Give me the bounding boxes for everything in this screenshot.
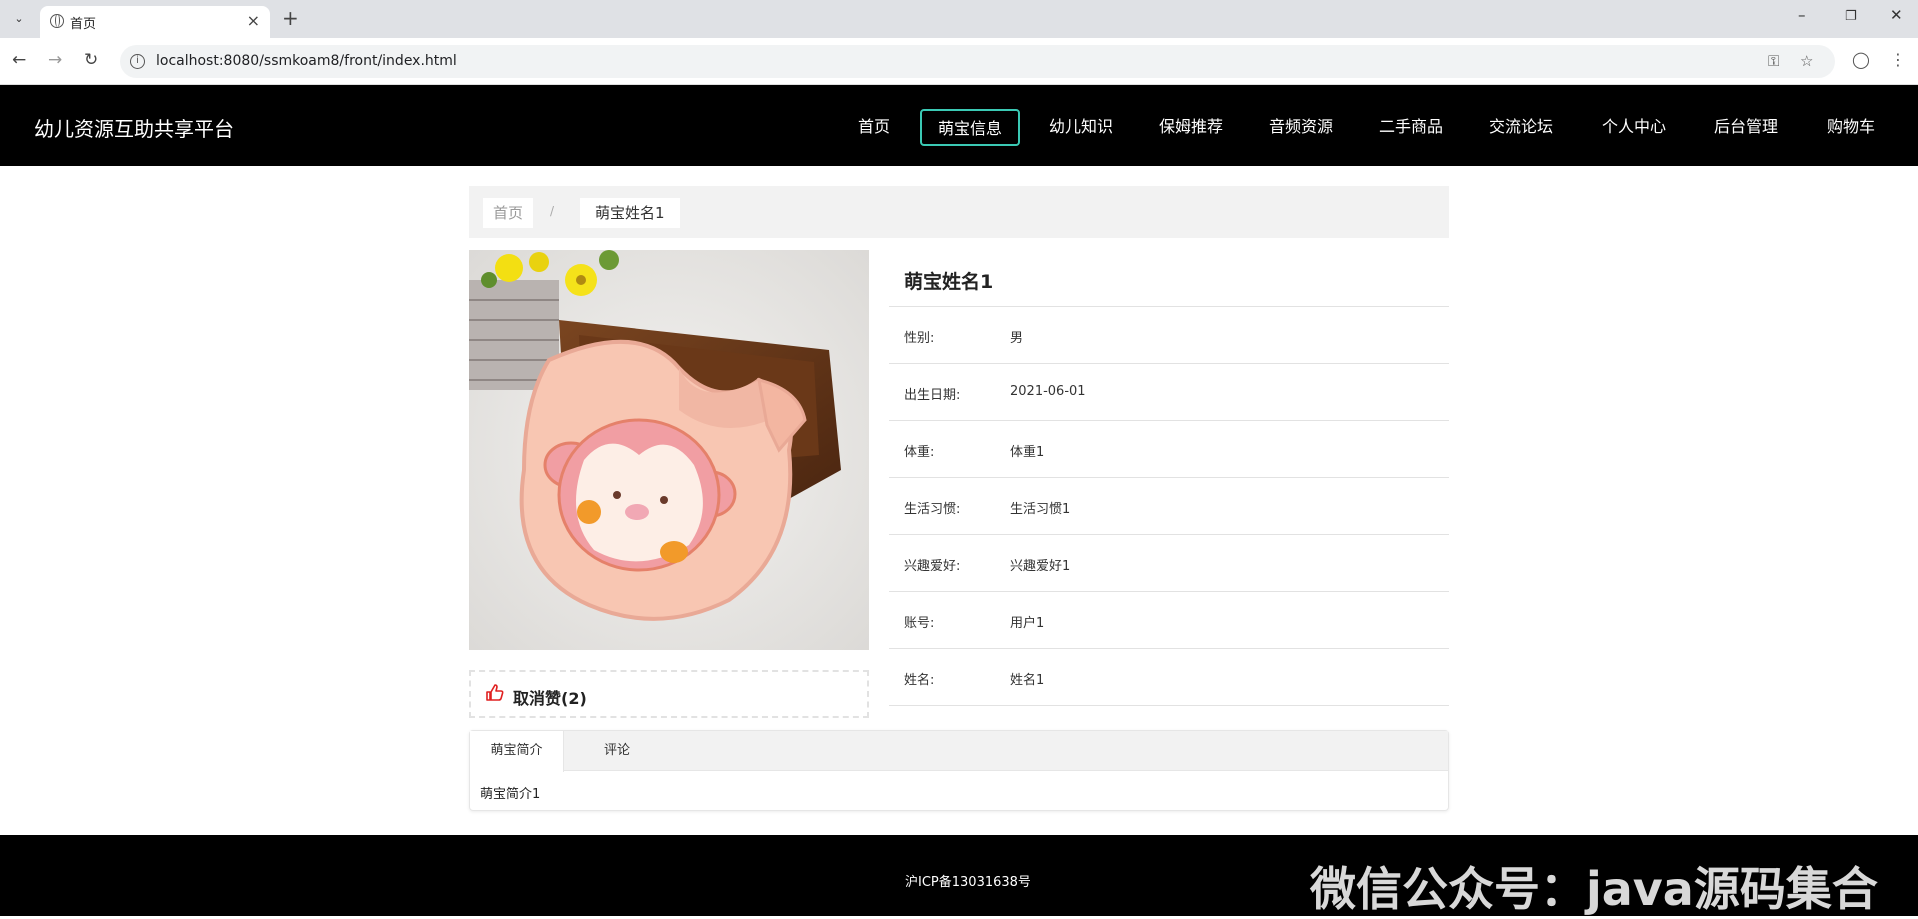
detail-row-gender: 性别: 男 — [889, 307, 1449, 364]
detail-value: 生活习惯1 — [1010, 502, 1071, 517]
tab-comments[interactable]: 评论 — [582, 731, 652, 771]
omnibox[interactable]: i localhost:8080/ssmkoam8/front/index.ht… — [120, 45, 1835, 78]
nav-baby-info[interactable]: 萌宝信息 — [920, 109, 1020, 146]
detail-row-account: 账号: 用户1 — [889, 592, 1449, 649]
site-footer: 沪ICP备13031638号 微信公众号：java源码集合 — [0, 835, 1918, 916]
unlike-button[interactable]: 取消赞(2) — [469, 670, 869, 718]
tab-search-icon[interactable]: ⌄ — [8, 8, 30, 30]
site-info-icon[interactable]: i — [130, 54, 145, 69]
detail-row-birthdate: 出生日期: 2021-06-01 — [889, 364, 1449, 421]
new-tab-icon[interactable]: + — [282, 6, 299, 30]
detail-label: 出生日期: — [904, 388, 961, 403]
unlike-label[interactable]: 取消赞(2) — [513, 685, 587, 709]
nav-forum[interactable]: 交流论坛 — [1488, 109, 1554, 146]
thumbs-up-icon — [486, 684, 504, 701]
tabs-header: 萌宝简介 评论 — [470, 731, 1448, 772]
nav-secondhand[interactable]: 二手商品 — [1378, 109, 1444, 146]
detail-row-habits: 生活习惯: 生活习惯1 — [889, 478, 1449, 535]
nav-home[interactable]: 首页 — [857, 109, 891, 146]
detail-label: 体重: — [904, 445, 935, 460]
minimize-icon[interactable]: – — [1798, 6, 1806, 24]
nav-profile[interactable]: 个人中心 — [1601, 109, 1667, 146]
info-tabs: 萌宝简介 评论 萌宝简介1 — [469, 730, 1449, 811]
nav-admin[interactable]: 后台管理 — [1713, 109, 1779, 146]
star-icon[interactable]: ☆ — [1800, 52, 1813, 70]
tab-title: 首页 — [70, 17, 97, 32]
breadcrumb-current: 萌宝姓名1 — [580, 198, 680, 228]
detail-row-hobbies: 兴趣爱好: 兴趣爱好1 — [889, 535, 1449, 592]
watermark: 微信公众号：java源码集合 — [1310, 862, 1878, 916]
detail-title: 萌宝姓名1 — [889, 250, 1449, 307]
profile-icon[interactable]: ◯ — [1852, 50, 1870, 69]
browser-tab[interactable]: 首页 × — [40, 6, 270, 38]
breadcrumb-separator: / — [550, 204, 555, 218]
reload-icon[interactable]: ↻ — [84, 50, 98, 70]
detail-label: 生活习惯: — [904, 502, 961, 517]
forward-icon[interactable]: → — [48, 50, 62, 70]
breadcrumb-home[interactable]: 首页 — [483, 198, 534, 228]
detail-value: 2021-06-01 — [1010, 384, 1086, 399]
detail-label: 性别: — [904, 331, 935, 346]
detail-value: 男 — [1010, 331, 1024, 346]
detail-panel: 萌宝姓名1 性别: 男 出生日期: 2021-06-01 体重: 体重1 生活习… — [889, 250, 1449, 706]
detail-label: 账号: — [904, 616, 935, 631]
tab-intro[interactable]: 萌宝简介 — [470, 731, 564, 772]
window-close-icon[interactable]: ✕ — [1890, 6, 1903, 24]
nav-nanny[interactable]: 保姆推荐 — [1158, 109, 1224, 146]
breadcrumb: 首页 / 萌宝姓名1 — [469, 186, 1449, 238]
back-icon[interactable]: ← — [12, 50, 26, 70]
url-text[interactable]: localhost:8080/ssmkoam8/front/index.html — [156, 53, 457, 69]
icp-number: 沪ICP备13031638号 — [905, 875, 1031, 890]
detail-value: 兴趣爱好1 — [1010, 559, 1071, 574]
detail-value: 用户1 — [1010, 616, 1045, 631]
nav-knowledge[interactable]: 幼儿知识 — [1048, 109, 1114, 146]
restore-icon[interactable]: ❐ — [1845, 9, 1857, 24]
menu-icon[interactable]: ⋮ — [1890, 50, 1906, 69]
tab-content: 萌宝简介1 — [480, 787, 541, 802]
site-logo[interactable]: 幼儿资源互助共享平台 — [34, 113, 234, 142]
site-header: 幼儿资源互助共享平台 首页 萌宝信息 幼儿知识 保姆推荐 音频资源 二手商品 交… — [0, 85, 1918, 166]
detail-value: 姓名1 — [1010, 673, 1045, 688]
baby-photo — [469, 250, 869, 650]
nav-cart[interactable]: 购物车 — [1826, 109, 1876, 146]
globe-icon — [50, 14, 64, 28]
key-icon[interactable]: ⚿ — [1768, 52, 1779, 70]
browser-tabbar: ⌄ 首页 × + – ❐ ✕ — [0, 0, 1918, 38]
detail-label: 姓名: — [904, 673, 935, 688]
detail-row-name: 姓名: 姓名1 — [889, 649, 1449, 706]
detail-label: 兴趣爱好: — [904, 559, 961, 574]
detail-value: 体重1 — [1010, 445, 1045, 460]
browser-addressbar: ← → ↻ i localhost:8080/ssmkoam8/front/in… — [0, 38, 1918, 85]
detail-row-weight: 体重: 体重1 — [889, 421, 1449, 478]
nav-audio[interactable]: 音频资源 — [1268, 109, 1334, 146]
close-icon[interactable]: × — [247, 11, 260, 30]
